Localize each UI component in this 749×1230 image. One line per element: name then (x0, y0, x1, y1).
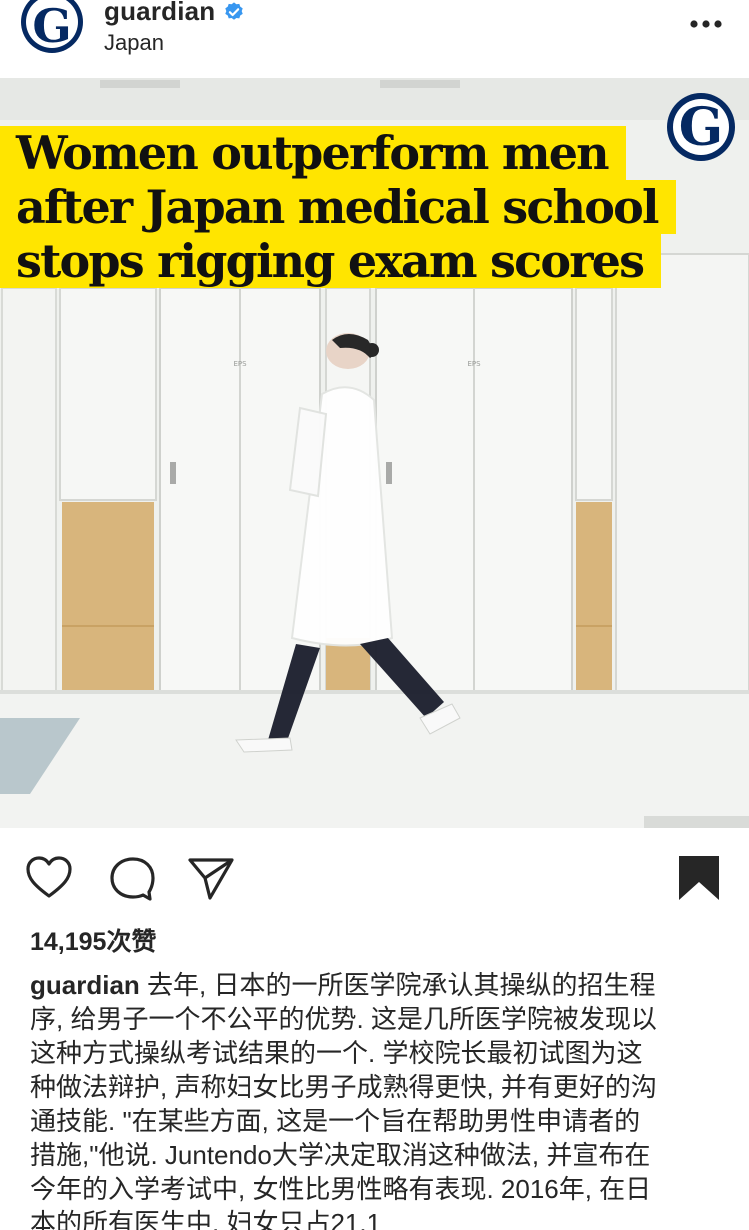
post-image[interactable]: EPS EPS Women outperform men after Japan… (0, 78, 749, 828)
caption-line-6: 措施,"他说. Juntendo大学决定取消这种做法, 并宣布在 (30, 1140, 651, 1170)
account-name[interactable]: guardian (104, 0, 215, 27)
caption-line-3: 这种方式操纵考试结果的一个. 学校院长最初试图为这 (30, 1038, 643, 1068)
heart-icon[interactable] (24, 854, 74, 902)
badge-letter: G (679, 97, 723, 158)
location-link[interactable]: Japan (104, 30, 164, 56)
avatar-letter: G (32, 0, 71, 53)
likes-count[interactable]: 14,195次赞 (30, 922, 156, 958)
action-bar (0, 842, 749, 912)
caption-line-7: 今年的入学考试中, 女性比男性略有表现. 2016年, 在日 (30, 1174, 652, 1204)
post-header: G guardian Japan (0, 0, 749, 78)
more-options-icon[interactable] (684, 10, 728, 38)
headline-line-1: Women outperform men (0, 126, 626, 180)
door-label-right: EPS (467, 360, 481, 368)
caption-text-1: 去年, 日本的一所医学院承认其操纵的招生程 (139, 970, 656, 1000)
guardian-avatar[interactable]: G (20, 0, 84, 58)
caption-username[interactable]: guardian (30, 970, 140, 1000)
headline-line-3: stops rigging exam scores (0, 234, 662, 288)
guardian-logo-badge: G (667, 93, 735, 161)
account-name-row: guardian (104, 0, 245, 27)
verified-badge-icon (225, 1, 244, 20)
door-label-left: EPS (233, 360, 247, 368)
caption: guardian 去年, 日本的一所医学院承认其操纵的招生程 序, 给男子一个不… (30, 968, 725, 1230)
caption-line-5: 通技能. "在某些方面, 这是一个旨在帮助男性申请者的 (30, 1106, 641, 1136)
caption-line-4: 种做法辩护, 声称妇女比男子成熟得更快, 并有更好的沟 (30, 1072, 657, 1102)
caption-line-1: guardian 去年, 日本的一所医学院承认其操纵的招生程 (30, 968, 725, 1002)
bookmark-icon[interactable] (676, 854, 722, 902)
caption-line-8: 本的所有医生中, 妇女只占21.1 (30, 1208, 382, 1230)
comment-icon[interactable] (106, 854, 156, 902)
send-icon[interactable] (186, 854, 236, 902)
caption-line-2: 序, 给男子一个不公平的优势. 这是几所医学院被发现以 (30, 1004, 657, 1034)
headline-line-2: after Japan medical school (0, 180, 676, 234)
